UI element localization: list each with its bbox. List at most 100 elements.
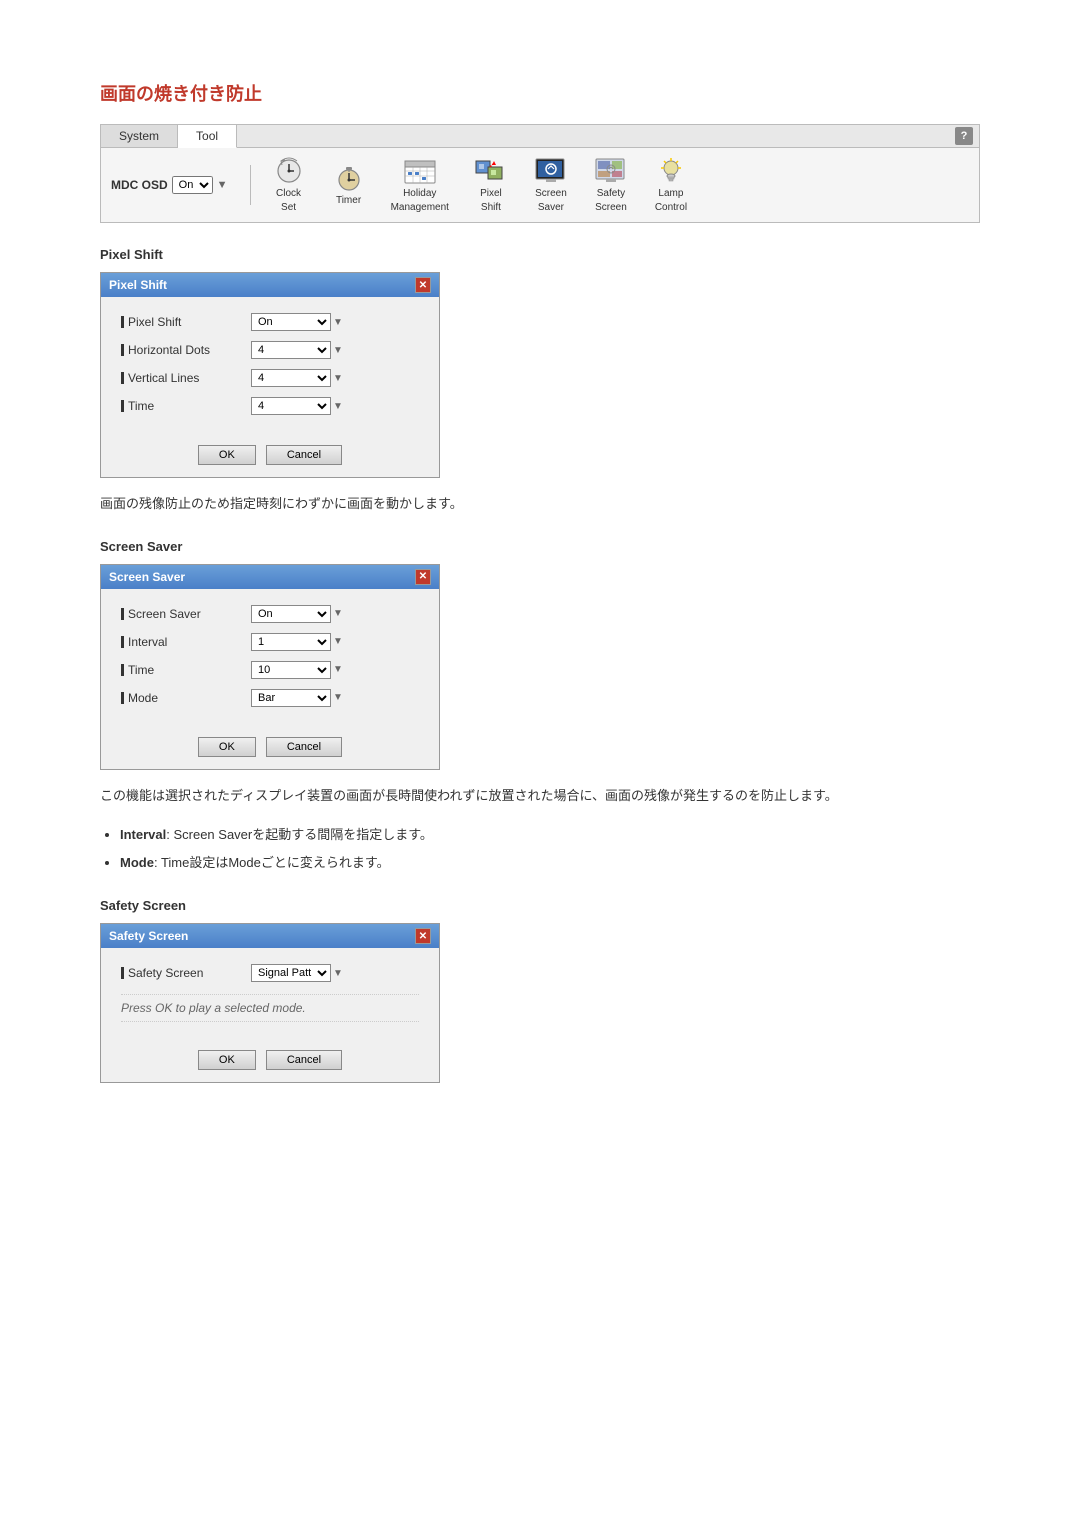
label-bar <box>121 400 124 412</box>
safety-screen-label: Safety <box>597 188 625 200</box>
screen-saver-section-title: Screen Saver <box>100 539 980 554</box>
safety-screen-ok-button[interactable]: OK <box>198 1050 256 1070</box>
safety-screen-row-0: Safety Screen Signal Patt... Bar Eraser … <box>121 964 419 982</box>
safety-screen-section-title: Safety Screen <box>100 898 980 913</box>
screen-saver-label-1: Interval <box>121 635 251 649</box>
page-title: 画面の焼き付き防止 <box>100 80 980 106</box>
pixel-shift-close-button[interactable]: ✕ <box>415 277 431 293</box>
bullet-interval: Interval: Screen Saverを起動する間隔を指定します。 <box>120 825 980 846</box>
pixel-shift-label-3: Time <box>121 399 251 413</box>
label-bar <box>121 316 124 328</box>
toolbar-item-screen-saver[interactable]: Screen Saver <box>525 154 577 216</box>
screen-saver-cancel-button[interactable]: Cancel <box>266 737 342 757</box>
timer-label: Timer <box>336 195 361 207</box>
safety-screen-label2: Screen <box>595 202 627 214</box>
lamp-control-icon <box>653 156 689 186</box>
label-bar <box>121 344 124 356</box>
toolbar-item-timer[interactable]: Timer <box>323 161 375 209</box>
screen-saver-footer: OK Cancel <box>101 729 439 769</box>
pixel-shift-dialog-title: Pixel Shift <box>109 278 167 292</box>
safety-screen-select-0[interactable]: Signal Patt... Bar Eraser Pixel Rolling … <box>251 964 331 982</box>
safety-screen-cancel-button[interactable]: Cancel <box>266 1050 342 1070</box>
label-bar <box>121 692 124 704</box>
label-bar <box>121 608 124 620</box>
screen-saver-dialog-body: Screen Saver OnOff ▼ Interval 123 ▼ Time <box>101 589 439 729</box>
timer-icon <box>331 163 367 193</box>
safety-screen-icon <box>593 156 629 186</box>
pixel-shift-row-2: Vertical Lines 1234 ▼ <box>121 369 419 387</box>
screen-saver-row-2: Time 5101520 ▼ <box>121 661 419 679</box>
pixel-shift-label-2: Vertical Lines <box>121 371 251 385</box>
toolbar-tabs: System Tool ? <box>101 125 979 148</box>
safety-screen-dialog-title: Safety Screen <box>109 929 188 943</box>
pixel-shift-label2: Shift <box>481 202 501 214</box>
toolbar: System Tool ? MDC OSD On Off ▼ <box>100 124 980 223</box>
screen-saver-ok-button[interactable]: OK <box>198 737 256 757</box>
safety-screen-note: Press OK to play a selected mode. <box>121 994 419 1022</box>
pixel-shift-description: 画面の残像防止のため指定時刻にわずかに画面を動かします。 <box>100 494 980 515</box>
screen-saver-select-2[interactable]: 5101520 <box>251 661 331 679</box>
label-bar <box>121 372 124 384</box>
screen-saver-label-2: Time <box>121 663 251 677</box>
pixel-shift-section-title: Pixel Shift <box>100 247 980 262</box>
pixel-shift-label: Pixel <box>480 188 502 200</box>
toolbar-body: MDC OSD On Off ▼ Clock Set <box>101 148 979 222</box>
screen-saver-row-1: Interval 123 ▼ <box>121 633 419 651</box>
screen-saver-description: この機能は選択されたディスプレイ装置の画面が長時間使われずに放置された場合に、画… <box>100 786 980 807</box>
pixel-shift-row-1: Horizontal Dots 1234 ▼ <box>121 341 419 359</box>
safety-screen-footer: OK Cancel <box>101 1042 439 1082</box>
safety-screen-dialog: Safety Screen ✕ Safety Screen Signal Pat… <box>100 923 440 1083</box>
screen-saver-select-0[interactable]: OnOff <box>251 605 331 623</box>
mdc-osd-label: MDC OSD On Off ▼ <box>111 176 228 194</box>
toolbar-item-pixel-shift[interactable]: Pixel Shift <box>465 154 517 216</box>
toolbar-item-clock-set[interactable]: Clock Set <box>263 154 315 216</box>
safety-screen-dialog-body: Safety Screen Signal Patt... Bar Eraser … <box>101 948 439 1042</box>
pixel-shift-row-0: Pixel Shift OnOff ▼ <box>121 313 419 331</box>
screen-saver-row-0: Screen Saver OnOff ▼ <box>121 605 419 623</box>
toolbar-item-lamp-control[interactable]: Lamp Control <box>645 154 697 216</box>
pixel-shift-select-1[interactable]: 1234 <box>251 341 331 359</box>
pixel-shift-dialog: Pixel Shift ✕ Pixel Shift OnOff ▼ Horizo… <box>100 272 440 478</box>
pixel-shift-cancel-button[interactable]: Cancel <box>266 445 342 465</box>
screen-saver-label-0: Screen Saver <box>121 607 251 621</box>
pixel-shift-select-0[interactable]: OnOff <box>251 313 331 331</box>
safety-screen-close-button[interactable]: ✕ <box>415 928 431 944</box>
lamp-control-label2: Control <box>655 202 687 214</box>
screen-saver-select-3[interactable]: BarPixelFade <box>251 689 331 707</box>
lamp-control-label: Lamp <box>658 188 683 200</box>
safety-screen-title-bar: Safety Screen ✕ <box>101 924 439 948</box>
screen-saver-bullets: Interval: Screen Saverを起動する間隔を指定します。 Mod… <box>120 825 980 875</box>
screen-saver-label: Screen <box>535 188 567 200</box>
bullet-mode: Mode: Time設定はModeごとに変えられます。 <box>120 853 980 874</box>
screen-saver-icon <box>533 156 569 186</box>
mdc-osd-select[interactable]: On Off <box>172 176 213 194</box>
screen-saver-row-3: Mode BarPixelFade ▼ <box>121 689 419 707</box>
pixel-shift-ok-button[interactable]: OK <box>198 445 256 465</box>
holiday-label2: Management <box>391 202 449 214</box>
safety-screen-label-0: Safety Screen <box>121 966 251 980</box>
screen-saver-close-button[interactable]: ✕ <box>415 569 431 585</box>
screen-saver-label-3: Mode <box>121 691 251 705</box>
clock-set-label: Clock <box>276 188 301 200</box>
screen-saver-title-bar: Screen Saver ✕ <box>101 565 439 589</box>
toolbar-item-holiday[interactable]: Holiday Management <box>383 154 457 216</box>
label-bar <box>121 664 124 676</box>
screen-saver-dialog-title: Screen Saver <box>109 570 185 584</box>
clock-set-label2: Set <box>281 202 296 214</box>
toolbar-separator <box>250 165 251 205</box>
help-icon[interactable]: ? <box>955 127 973 145</box>
toolbar-item-safety-screen[interactable]: Safety Screen <box>585 154 637 216</box>
screen-saver-select-1[interactable]: 123 <box>251 633 331 651</box>
label-bar <box>121 967 124 979</box>
tab-tool[interactable]: Tool <box>178 125 237 148</box>
pixel-shift-dialog-body: Pixel Shift OnOff ▼ Horizontal Dots 1234… <box>101 297 439 437</box>
clock-set-icon <box>271 156 307 186</box>
holiday-icon <box>402 156 438 186</box>
pixel-shift-footer: OK Cancel <box>101 437 439 477</box>
pixel-shift-select-2[interactable]: 1234 <box>251 369 331 387</box>
pixel-shift-select-3[interactable]: 1234 <box>251 397 331 415</box>
holiday-label: Holiday <box>403 188 436 200</box>
pixel-shift-label-1: Horizontal Dots <box>121 343 251 357</box>
pixel-shift-label-0: Pixel Shift <box>121 315 251 329</box>
tab-system[interactable]: System <box>101 125 178 147</box>
